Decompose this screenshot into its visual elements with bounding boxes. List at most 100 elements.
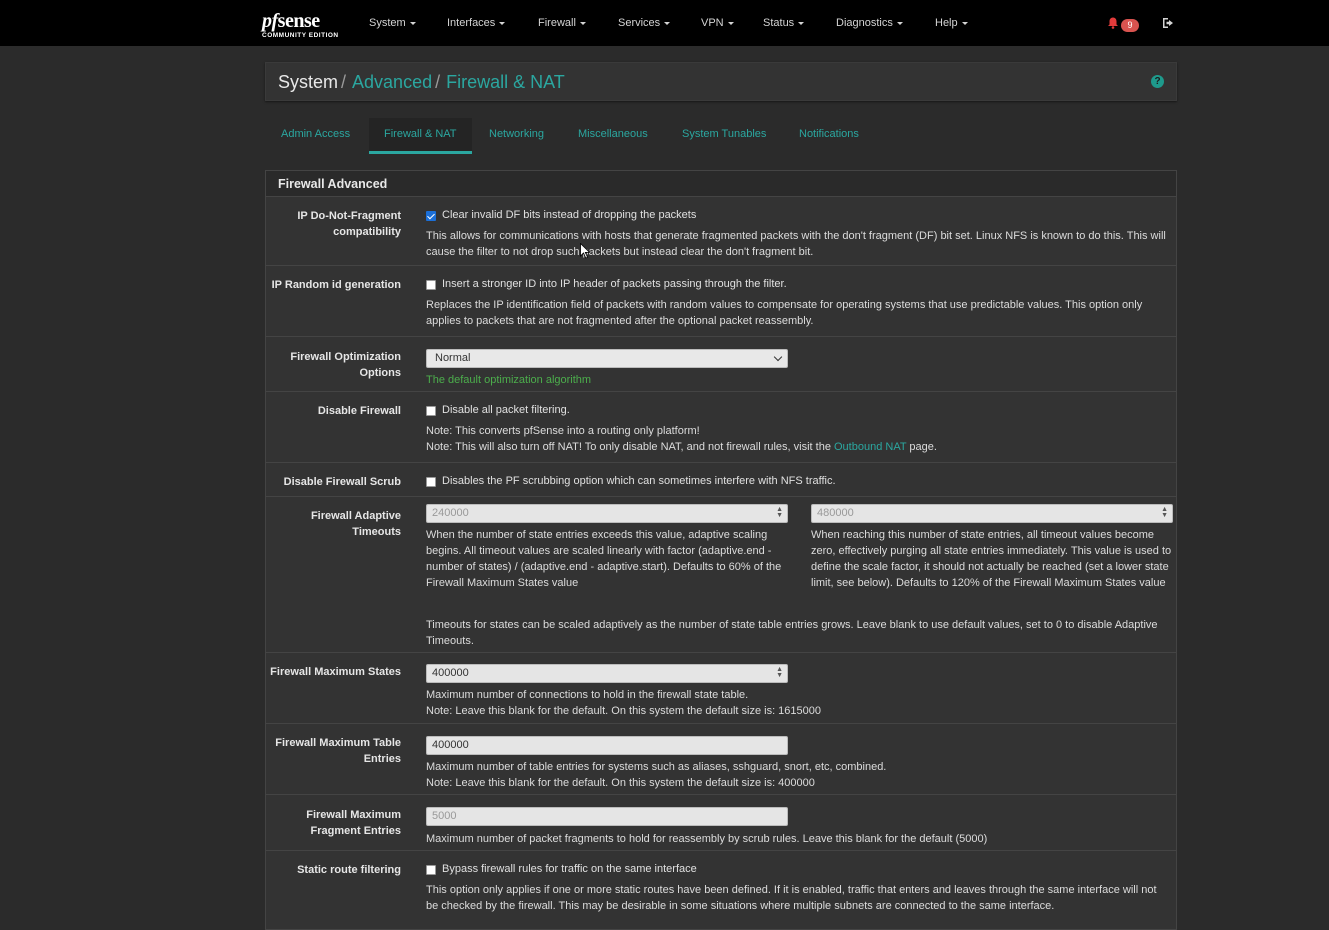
nav-system[interactable]: System [369, 17, 416, 29]
disable-scrub-checkbox[interactable] [426, 477, 436, 487]
adaptive-help-text: Timeouts for states can be scaled adapti… [426, 619, 1158, 647]
df-checkbox[interactable] [426, 211, 436, 221]
field-label: Disable Firewall Scrub [283, 476, 401, 488]
caret-down-icon [499, 21, 506, 25]
field-label: Firewall Maximum States [270, 666, 401, 678]
notification-count-badge[interactable]: 9 [1121, 19, 1139, 32]
tab-system-tunables[interactable]: System Tunables [682, 128, 766, 140]
max-states-help-1: Maximum number of connections to hold in… [426, 689, 749, 701]
row-ip-random-id: IP Random id generation Insert a stronge… [266, 267, 1176, 337]
logo-wordmark: pfsense [262, 10, 320, 32]
nav-help[interactable]: Help [935, 17, 968, 29]
adaptive-end-placeholder: 480000 [817, 507, 854, 519]
adaptive-start-help: When the number of state entries exceeds… [426, 529, 782, 589]
tab-firewall-nat[interactable]: Firewall & NAT [384, 128, 457, 140]
max-table-entries-value: 400000 [432, 739, 469, 751]
firewall-advanced-panel: Firewall Advanced IP Do-Not-Fragment com… [265, 170, 1177, 930]
optimization-select-value: Normal [435, 352, 471, 364]
static-route-checkbox-label[interactable]: Bypass firewall rules for traffic on the… [442, 863, 697, 875]
row-disable-firewall: Disable Firewall Disable all packet filt… [266, 393, 1176, 463]
panel-header: Firewall Advanced [266, 171, 1176, 197]
max-table-entries-input[interactable]: 400000 [426, 736, 788, 755]
max-fragment-entries-input[interactable]: 5000 [426, 807, 788, 826]
tab-miscellaneous[interactable]: Miscellaneous [578, 128, 648, 140]
breadcrumb-separator: / [341, 72, 347, 92]
disable-firewall-checkbox-label[interactable]: Disable all packet filtering. [442, 404, 570, 416]
outbound-nat-link[interactable]: Outbound NAT [834, 441, 906, 453]
row-max-table-entries: Firewall Maximum Table Entries 400000 Ma… [266, 725, 1176, 795]
max-states-value: 400000 [432, 667, 469, 679]
max-states-help-2: Note: Leave this blank for the default. … [426, 705, 822, 717]
nav-status[interactable]: Status [763, 17, 805, 29]
optimization-help-text: The default optimization algorithm [426, 374, 592, 386]
adaptive-start-placeholder: 240000 [432, 507, 469, 519]
field-label: Disable Firewall [317, 405, 401, 417]
static-route-help: This option only applies if one or more … [426, 884, 1157, 912]
row-firewall-optimization: Firewall Optimization Options Normal The… [266, 338, 1176, 392]
field-label: Firewall Adaptive Timeouts [310, 510, 401, 538]
optimization-select[interactable]: Normal [426, 349, 788, 368]
caret-down-icon [664, 21, 671, 25]
top-navbar: pfsense COMMUNITY EDITION System Interfa… [0, 0, 1329, 46]
max-table-help-1: Maximum number of table entries for syst… [426, 761, 887, 773]
logo-edition: COMMUNITY EDITION [262, 32, 339, 39]
nav-firewall[interactable]: Firewall [538, 17, 586, 29]
active-tab-indicator [369, 151, 472, 154]
disable-scrub-checkbox-label[interactable]: Disables the PF scrubbing option which c… [442, 475, 836, 487]
field-label: IP Random id generation [271, 279, 401, 291]
df-checkbox-label[interactable]: Clear invalid DF bits instead of droppin… [442, 209, 696, 221]
caret-down-icon [896, 21, 903, 25]
breadcrumb-system: System [278, 72, 339, 92]
note-text: page. [909, 441, 937, 453]
nav-interfaces[interactable]: Interfaces [447, 17, 506, 29]
random-id-checkbox-label[interactable]: Insert a stronger ID into IP header of p… [442, 278, 787, 290]
df-help-text: This allows for communications with host… [426, 230, 1166, 258]
max-table-help-2: Note: Leave this blank for the default. … [426, 777, 815, 789]
nav-vpn[interactable]: VPN [701, 17, 734, 29]
nav-services[interactable]: Services [618, 17, 671, 29]
spinner-icon[interactable]: ▲ ▼ [1161, 506, 1168, 519]
bell-icon[interactable] [1107, 17, 1119, 29]
row-max-states: Firewall Maximum States 400000 ▲ ▼ Maximu… [266, 654, 1176, 724]
max-states-input[interactable]: 400000 ▲ ▼ [426, 664, 788, 683]
nav-diagnostics[interactable]: Diagnostics [836, 17, 903, 29]
adaptive-start-input[interactable]: 240000 ▲ ▼ [426, 504, 788, 523]
panel-title: Firewall Advanced [278, 177, 388, 191]
note-text: Note: This will also turn off NAT! To on… [426, 441, 831, 453]
mouse-cursor-icon [580, 243, 590, 259]
row-static-route-filtering: Static route filtering Bypass firewall r… [266, 852, 1176, 930]
spinner-icon[interactable]: ▲ ▼ [776, 666, 783, 679]
field-label: Firewall Maximum Table Entries [275, 737, 401, 765]
caret-down-icon [798, 21, 805, 25]
disable-firewall-note-2: Note: This will also turn off NAT! To on… [426, 439, 1171, 455]
row-disable-scrub: Disable Firewall Scrub Disables the PF s… [266, 464, 1176, 497]
disable-firewall-checkbox[interactable] [426, 406, 436, 416]
row-ip-do-not-fragment: IP Do-Not-Fragment compatibility Clear i… [266, 198, 1176, 266]
caret-down-icon [961, 21, 968, 25]
help-icon[interactable]: ? [1151, 75, 1164, 88]
static-route-checkbox[interactable] [426, 865, 436, 875]
max-fragment-placeholder: 5000 [432, 810, 457, 822]
disable-firewall-note-1: Note: This converts pfSense into a routi… [426, 425, 700, 437]
spinner-icon[interactable]: ▲ ▼ [776, 506, 783, 519]
row-adaptive-timeouts: Firewall Adaptive Timeouts 240000 ▲ ▼ 480… [266, 498, 1176, 653]
logout-icon[interactable] [1162, 17, 1176, 29]
field-label: IP Do-Not-Fragment compatibility [297, 210, 401, 238]
breadcrumb-firewall-nat[interactable]: Firewall & NAT [446, 72, 565, 92]
random-id-help-text: Replaces the IP identification field of … [426, 299, 1143, 327]
breadcrumb-separator: / [435, 72, 441, 92]
tab-notifications[interactable]: Notifications [799, 128, 859, 140]
random-id-checkbox[interactable] [426, 280, 436, 290]
field-label: Firewall Maximum Fragment Entries [306, 809, 401, 837]
chevron-down-icon [773, 352, 783, 362]
caret-down-icon [409, 21, 416, 25]
tab-networking[interactable]: Networking [489, 128, 544, 140]
adaptive-end-input[interactable]: 480000 ▲ ▼ [811, 504, 1173, 523]
adaptive-end-help: When reaching this number of state entri… [811, 529, 1172, 589]
tab-admin-access[interactable]: Admin Access [281, 128, 350, 140]
row-max-fragment-entries: Firewall Maximum Fragment Entries 5000 M… [266, 796, 1176, 851]
breadcrumb-advanced[interactable]: Advanced [352, 72, 432, 92]
max-fragment-help: Maximum number of packet fragments to ho… [426, 833, 988, 845]
pfsense-logo[interactable]: pfsense COMMUNITY EDITION [262, 11, 348, 43]
field-label: Static route filtering [297, 864, 401, 876]
